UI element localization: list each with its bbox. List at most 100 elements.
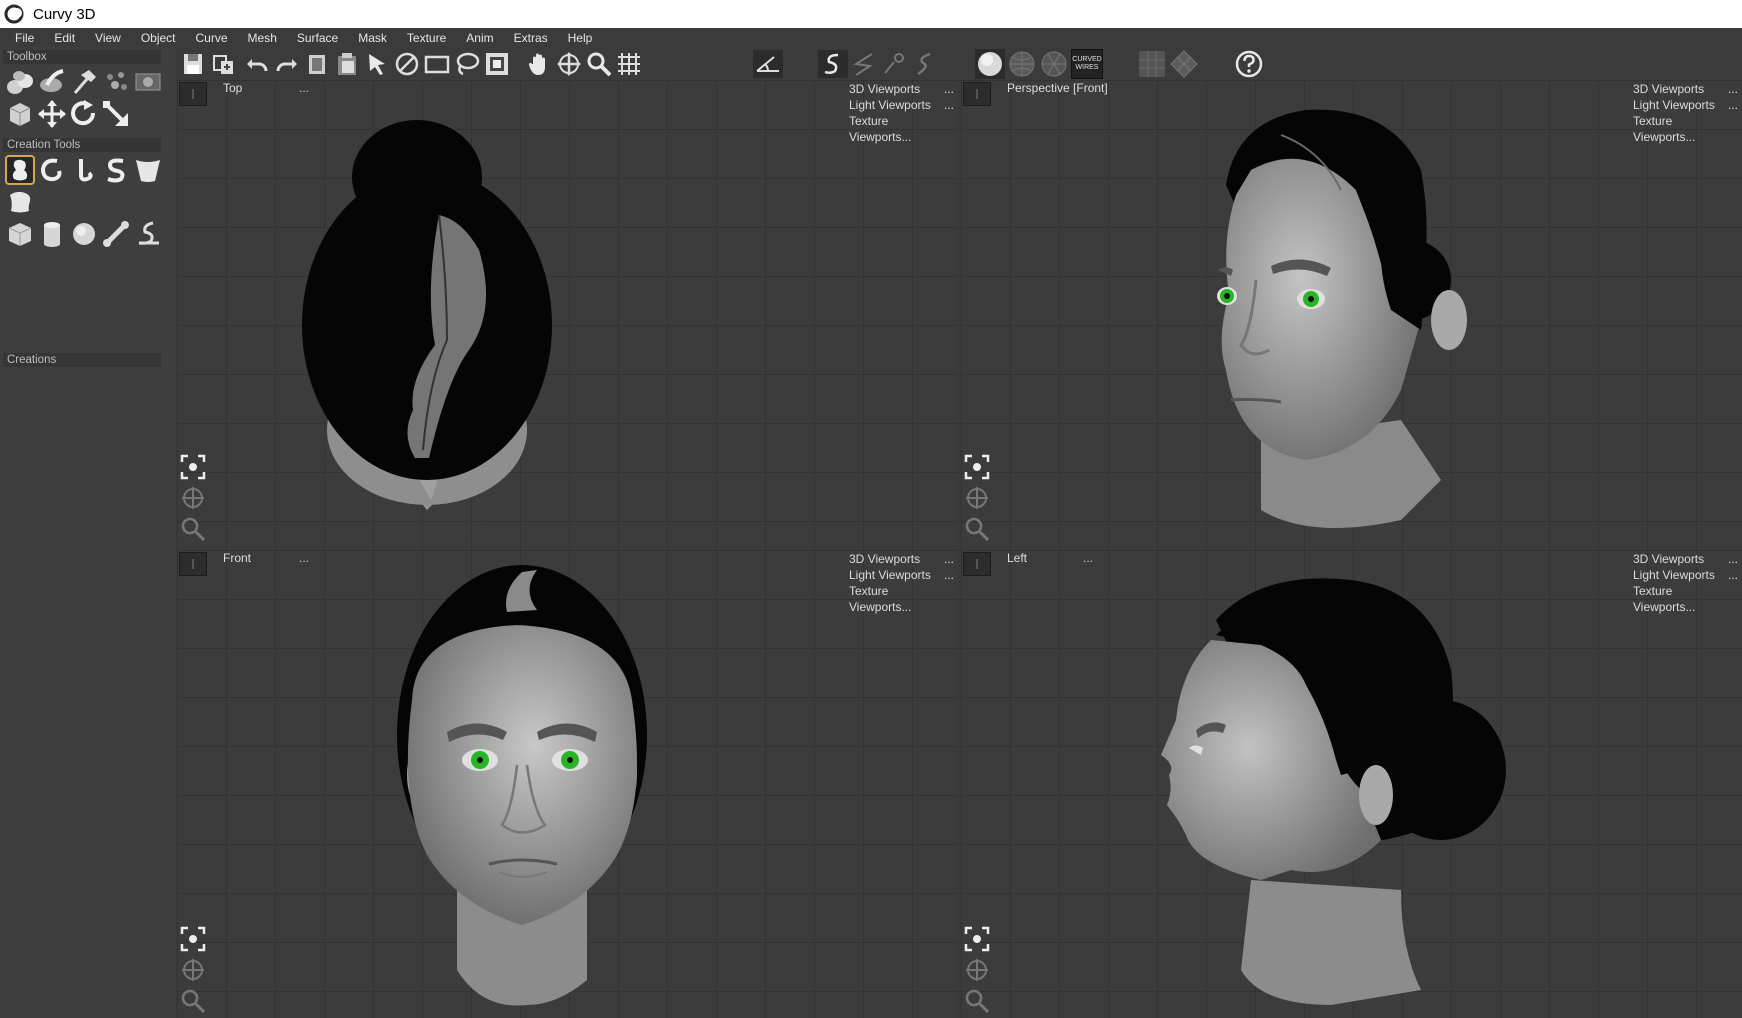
viewport-top-move-icon[interactable]: [180, 485, 206, 511]
menu-texture[interactable]: Texture: [397, 31, 456, 45]
viewport-perspective-3d-viewports[interactable]: 3D Viewports...: [1633, 81, 1738, 97]
copy-icon[interactable]: [303, 50, 331, 78]
select-arrow-icon[interactable]: [363, 50, 391, 78]
particles-tool-icon[interactable]: [101, 67, 131, 97]
help-icon[interactable]: [1234, 49, 1264, 79]
curve-edit-icon[interactable]: [910, 50, 938, 78]
sculpt-brush-icon[interactable]: [37, 67, 67, 97]
wire-sphere-icon[interactable]: [1007, 49, 1037, 79]
move-icon[interactable]: [555, 50, 583, 78]
lathe-tool-icon[interactable]: [133, 155, 163, 185]
save-icon[interactable]: [179, 50, 207, 78]
move-tool-icon[interactable]: [37, 99, 67, 129]
viewport-front-corner-button[interactable]: [179, 552, 207, 576]
measure-icon[interactable]: [752, 49, 784, 79]
swirl-tool-icon[interactable]: [37, 155, 67, 185]
viewport-front-zoom-icon[interactable]: [180, 988, 206, 1014]
blob-tool-button[interactable]: [5, 155, 35, 185]
viewport-top-texture-viewports[interactable]: Texture Viewports...: [849, 113, 954, 145]
viewport-left-corner-button[interactable]: [963, 552, 991, 576]
viewport-front-ellipsis[interactable]: ...: [299, 551, 309, 565]
shaded-sphere-icon[interactable]: [975, 49, 1005, 79]
rectangle-select-icon[interactable]: [423, 50, 451, 78]
viewport-left-texture-viewports[interactable]: Texture Viewports...: [1633, 583, 1738, 615]
paste-icon[interactable]: [333, 50, 361, 78]
menu-view[interactable]: View: [85, 31, 131, 45]
viewport-left-frame-icon[interactable]: [964, 926, 990, 952]
viewport-left-light-viewports[interactable]: Light Viewports...: [1633, 567, 1738, 583]
lasso-icon[interactable]: [453, 50, 481, 78]
s-curve-tool-icon[interactable]: [101, 155, 131, 185]
viewport-front-frame-icon[interactable]: [180, 926, 206, 952]
viewport-front-move-icon[interactable]: [180, 957, 206, 983]
zoom-icon[interactable]: [585, 50, 613, 78]
scale-tool-icon[interactable]: [101, 99, 131, 129]
menu-mesh[interactable]: Mesh: [238, 31, 287, 45]
menu-object[interactable]: Object: [131, 31, 186, 45]
viewport-top-3d-viewports[interactable]: 3D Viewports...: [849, 81, 954, 97]
viewport-perspective-frame-icon[interactable]: [964, 454, 990, 480]
grid-icon[interactable]: [615, 50, 643, 78]
viewport-left-name: Left: [1007, 551, 1028, 565]
viewport-left-move-icon[interactable]: [964, 957, 990, 983]
viewport-perspective-texture-viewports[interactable]: Texture Viewports...: [1633, 113, 1738, 145]
sphere-primitive-icon[interactable]: [69, 219, 99, 249]
curve-pen-icon[interactable]: [880, 50, 908, 78]
menu-extras[interactable]: Extras: [504, 31, 558, 45]
extrude-tool-icon[interactable]: [69, 155, 99, 185]
rotate-tool-icon[interactable]: [69, 99, 99, 129]
menu-file[interactable]: File: [0, 31, 44, 45]
menu-edit[interactable]: Edit: [44, 31, 85, 45]
hook-primitive-icon[interactable]: [133, 219, 163, 249]
viewport-top-ellipsis[interactable]: ...: [299, 81, 309, 95]
menu-surface[interactable]: Surface: [287, 31, 348, 45]
cylinder-primitive-icon[interactable]: [37, 219, 67, 249]
menu-curve[interactable]: Curve: [186, 31, 238, 45]
bone-primitive-icon[interactable]: [101, 219, 131, 249]
viewport-left-3d-viewports[interactable]: 3D Viewports...: [1633, 551, 1738, 567]
viewport-top-light-viewports[interactable]: Light Viewports...: [849, 97, 954, 113]
sheet-tool-icon[interactable]: [5, 187, 35, 217]
stack-tool-icon[interactable]: [5, 67, 35, 97]
viewport-top-frame-icon[interactable]: [180, 454, 206, 480]
export-icon[interactable]: [209, 50, 237, 78]
viewport-perspective[interactable]: Perspective [Front] 3D Viewports... Ligh…: [961, 80, 1742, 549]
curve-line-icon[interactable]: [850, 50, 878, 78]
curvy-logo-icon: [4, 4, 24, 24]
grid-view-icon[interactable]: [1137, 49, 1167, 79]
mask-select-icon[interactable]: [483, 50, 511, 78]
viewport-top-name: Top: [223, 81, 243, 95]
viewport-perspective-move-icon[interactable]: [964, 485, 990, 511]
viewport-top[interactable]: Top ... 3D Viewports... Light Viewports.…: [177, 80, 958, 549]
textured-sphere-icon[interactable]: [1039, 49, 1069, 79]
viewport-top-zoom-icon[interactable]: [180, 516, 206, 542]
toolbox-header: Toolbox: [3, 50, 161, 64]
menu-mask[interactable]: Mask: [348, 31, 397, 45]
viewport-left-zoom-icon[interactable]: [964, 988, 990, 1014]
pan-hand-icon[interactable]: [525, 50, 553, 78]
viewport-front-3d-viewports[interactable]: 3D Viewports...: [849, 551, 954, 567]
viewport-top-corner-button[interactable]: [179, 82, 207, 106]
menu-help[interactable]: Help: [558, 31, 603, 45]
deselect-icon[interactable]: [393, 50, 421, 78]
viewport-perspective-corner-button[interactable]: [963, 82, 991, 106]
viewport-front[interactable]: Front ... 3D Viewports... Light Viewport…: [177, 550, 958, 1018]
hammer-icon[interactable]: [69, 67, 99, 97]
viewport-left[interactable]: Left ... 3D Viewports... Light Viewports…: [961, 550, 1742, 1018]
viewport-front-texture-viewports[interactable]: Texture Viewports...: [849, 583, 954, 615]
curved-wires-button[interactable]: CURVED WIRES: [1071, 49, 1103, 79]
viewport-front-light-viewports[interactable]: Light Viewports...: [849, 567, 954, 583]
creations-header: Creations: [3, 353, 161, 367]
menu-anim[interactable]: Anim: [456, 31, 503, 45]
viewport-front-name: Front: [223, 551, 252, 565]
redo-icon[interactable]: [273, 50, 301, 78]
viewport-perspective-light-viewports[interactable]: Light Viewports...: [1633, 97, 1738, 113]
view-cube-icon[interactable]: [1169, 49, 1199, 79]
undo-icon[interactable]: [243, 50, 271, 78]
box-tool-icon[interactable]: [5, 99, 35, 129]
viewport-left-ellipsis[interactable]: ...: [1083, 551, 1093, 565]
curve-s-icon[interactable]: [817, 49, 849, 79]
image-plane-icon[interactable]: [133, 67, 163, 97]
cube-primitive-icon[interactable]: [5, 219, 35, 249]
viewport-perspective-zoom-icon[interactable]: [964, 516, 990, 542]
